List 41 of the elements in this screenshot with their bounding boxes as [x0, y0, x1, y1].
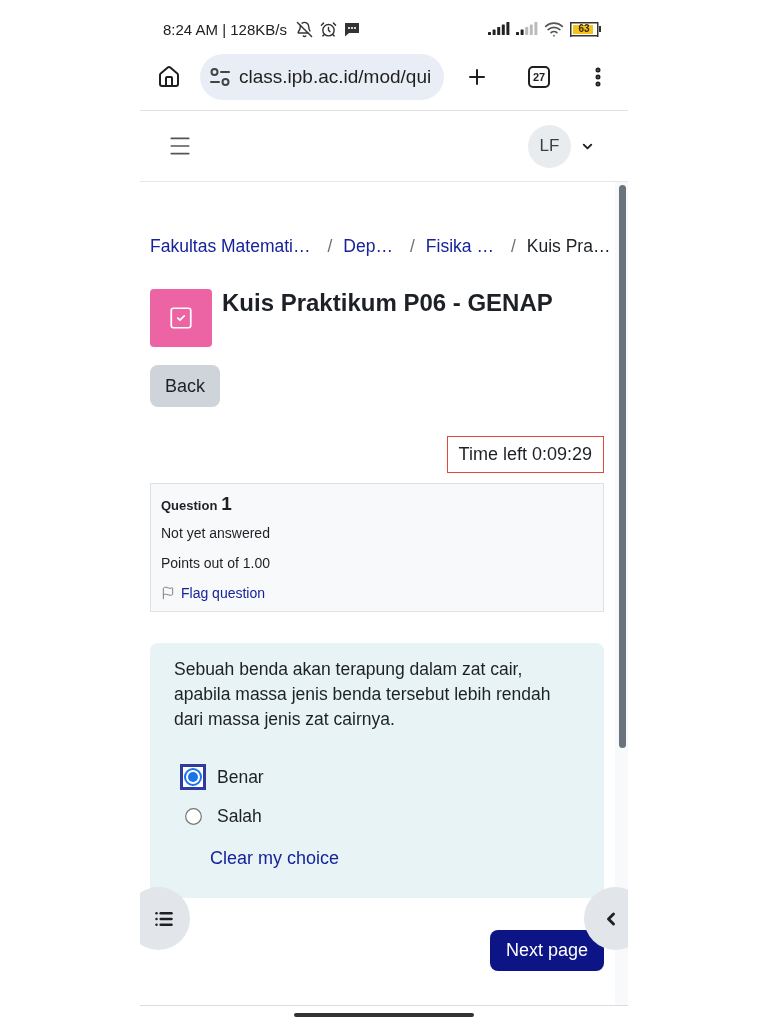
scrollbar-thumb[interactable] [619, 185, 626, 748]
status-time: 8:24 AM | 128KB/s [163, 20, 287, 38]
option-label[interactable]: Salah [217, 805, 262, 827]
breadcrumb-separator: / [326, 235, 334, 257]
next-page-button[interactable]: Next page [489, 930, 604, 971]
page-title: Kuis Praktikum P06 - GENAP [222, 289, 553, 317]
flag-question-link[interactable]: Flag question [161, 583, 266, 602]
bell-off-icon [296, 20, 313, 38]
tab-switcher-button[interactable]: 27 [528, 66, 550, 88]
question-text: Sebuah benda akan terapung dalam zat cair, apabila massa jenis benda tersebut lebih rendah dari massa jenis zat cairnya. [174, 658, 552, 731]
breadcrumb-separator: / [509, 235, 517, 257]
option-label[interactable]: Benar [217, 766, 264, 788]
quiz-icon [150, 289, 212, 347]
radio-button[interactable] [184, 807, 202, 825]
drawer-button[interactable] [140, 887, 190, 950]
flag-icon[interactable] [161, 585, 175, 600]
url-text[interactable]: class.ipb.ac.id/mod/qui [239, 66, 432, 88]
scrollbar-track[interactable] [615, 182, 628, 1005]
question-points: Points out of 1.00 [161, 554, 271, 573]
wifi-icon [544, 19, 564, 39]
breadcrumb-separator: / [408, 235, 416, 257]
user-avatar[interactable]: LF [528, 124, 571, 168]
breadcrumb-link[interactable]: Dep… [343, 235, 393, 257]
alarm-icon [320, 20, 337, 38]
breadcrumb-current: Kuis Pra… [526, 235, 611, 257]
signal-icon [516, 22, 538, 36]
home-icon[interactable] [157, 65, 181, 89]
back-button[interactable]: Back [150, 365, 221, 407]
time-left: Time left 0:09:29 [446, 436, 604, 473]
question-number: 1 [221, 493, 232, 515]
radio-button[interactable] [180, 764, 206, 790]
breadcrumb-link[interactable]: Fakultas Matemati… [150, 235, 311, 257]
sliders-icon[interactable] [208, 65, 232, 89]
signal-icon [488, 22, 510, 36]
breadcrumb-link[interactable]: Fisika … [425, 235, 494, 257]
question-status: Not yet answered [161, 524, 271, 543]
address-bar[interactable]: class.ipb.ac.id/mod/qui [200, 54, 444, 100]
question-label: Question [161, 498, 218, 513]
clear-choice-link[interactable]: Clear my choice [210, 846, 340, 870]
message-icon [344, 21, 360, 37]
battery-icon: 63 [570, 21, 601, 37]
